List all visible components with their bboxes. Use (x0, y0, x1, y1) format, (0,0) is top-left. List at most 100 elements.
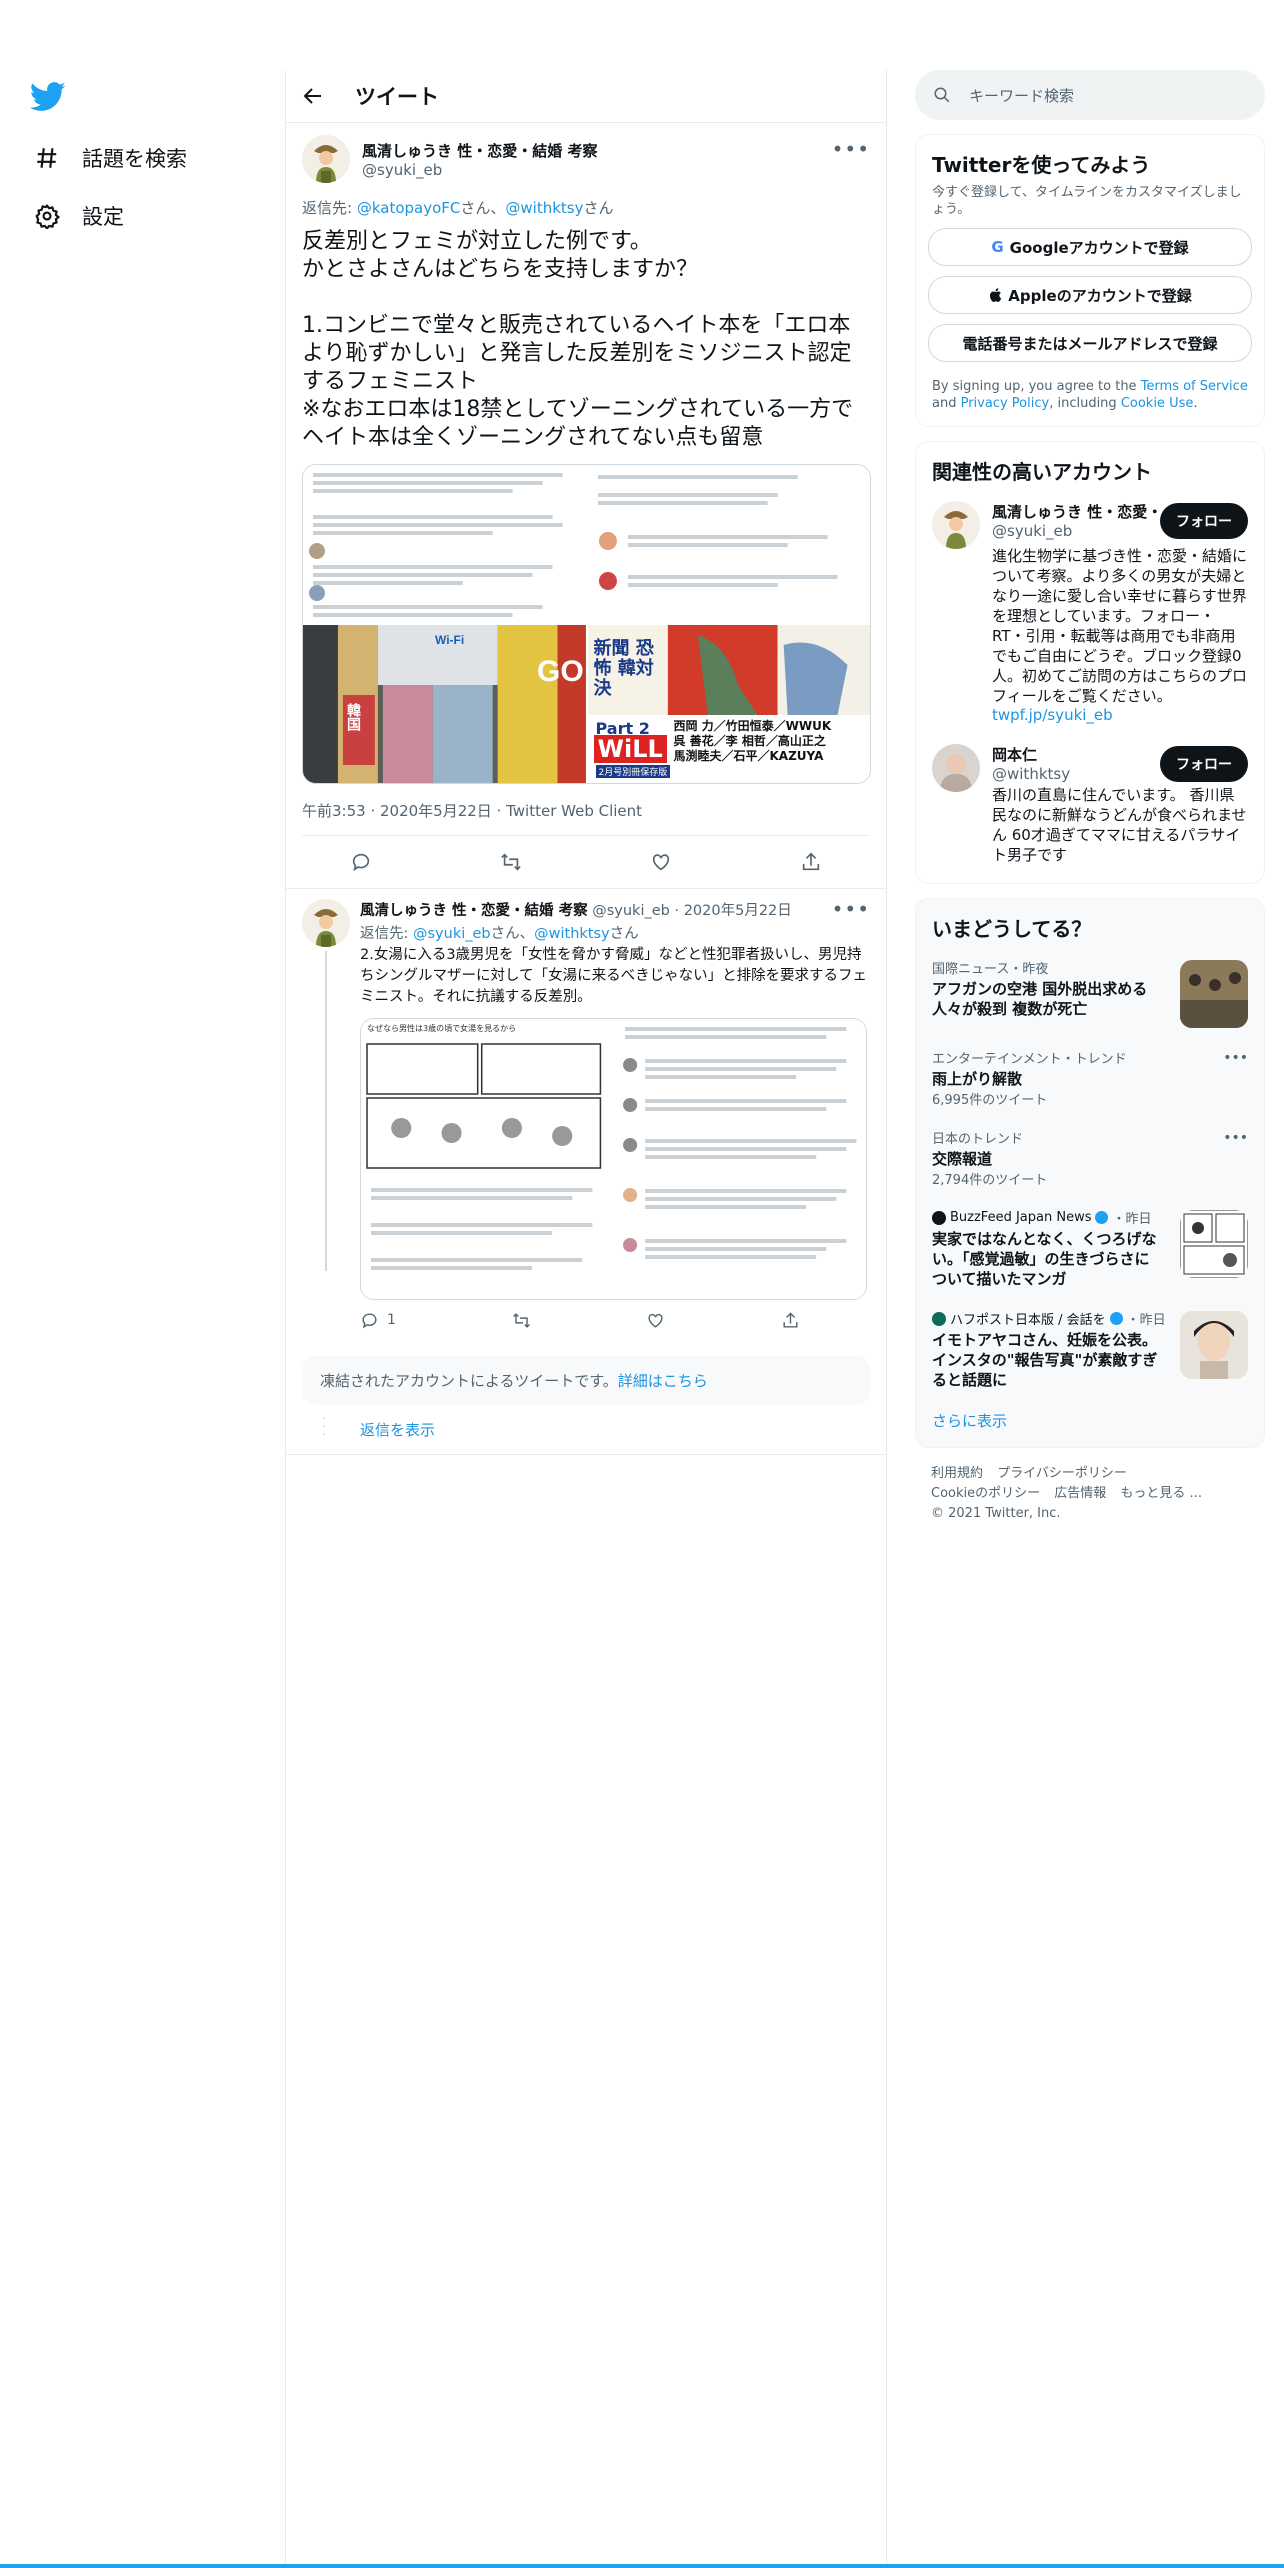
footer-cookie-link[interactable]: Cookieのポリシー (931, 1486, 1040, 1501)
search-bar[interactable]: キーワード検索 (915, 70, 1265, 120)
like-icon[interactable] (650, 851, 672, 873)
main-tweet: 風清しゅうき 性・恋愛・結婚 考察 @syuki_eb ••• 返信先: @ka… (286, 123, 886, 836)
media-photo-store[interactable]: GO Wi-Fi 韓国 (303, 625, 586, 783)
signup-subtitle: 今すぐ登録して、タイムラインをカスタマイズしましょう。 (932, 185, 1242, 217)
magazine-authors: 西岡 力／竹田恒泰／WWUK 呉 善花／李 相哲／高山正之 馬渕睦夫／石平／KA… (673, 719, 832, 763)
cookie-link[interactable]: Cookie Use (1121, 396, 1194, 411)
tweet-media-grid[interactable]: GO Wi-Fi 韓国 新聞 恐怖 韓対決 Part 2 WiLL 2月号別冊保… (302, 464, 871, 784)
manga-title: なぜなら男性は3歳の頃で女湯を見るから (367, 1024, 517, 1033)
trend-count: 2,794件のツイート (932, 1173, 1048, 1188)
author-handle[interactable]: @syuki_eb (362, 161, 597, 179)
privacy-link[interactable]: Privacy Policy (961, 396, 1050, 411)
retweet-icon[interactable] (500, 851, 522, 873)
reply-user-link[interactable]: @syuki_eb (413, 926, 491, 942)
show-replies-row[interactable]: · · · 返信を表示 (286, 1405, 886, 1455)
reply-date[interactable]: 2020年5月22日 (684, 903, 792, 919)
show-more-trends-link[interactable]: さらに表示 (916, 1400, 1264, 1435)
trend-item[interactable]: 国際ニュース・昨夜 アフガンの空港 国外脱出求める人々が殺到 複数が死亡 (916, 948, 1264, 1038)
reply-san: さん、 (460, 199, 506, 217)
footer-ads-link[interactable]: 広告情報 (1054, 1486, 1106, 1501)
trend-more-icon[interactable]: ••• (1223, 1130, 1248, 1146)
reply-media-screenshots[interactable] (614, 1019, 866, 1299)
reply-user-link[interactable]: @withktsy (505, 199, 583, 217)
trend-more-icon[interactable]: ••• (1223, 1050, 1248, 1066)
footer-privacy-link[interactable]: プライバシーポリシー (997, 1466, 1127, 1481)
media-screenshot-2[interactable] (587, 465, 870, 623)
signup-title: Twitterを使ってみよう (932, 153, 1151, 177)
reply-author-handle[interactable]: @syuki_eb (592, 903, 670, 919)
huffpost-icon (932, 1311, 946, 1326)
reply-author-avatar[interactable] (302, 899, 350, 947)
trend-item[interactable]: BuzzFeed Japan News ・昨日 実家ではなんとなく、くつろげない… (916, 1198, 1264, 1299)
reply-san: さん (609, 926, 639, 942)
search-input[interactable]: キーワード検索 (969, 85, 1074, 106)
share-icon[interactable] (800, 851, 822, 873)
related-title: 関連性の高いアカウント (932, 460, 1152, 484)
follow-button[interactable]: フォロー (1160, 503, 1248, 539)
reply-reply-button[interactable]: 1 (360, 1311, 396, 1330)
media-magazine-cover[interactable]: 新聞 恐怖 韓対決 Part 2 WiLL 2月号別冊保存版 西岡 力／竹田恒泰… (587, 625, 870, 783)
reply-tweet-text: 2.女湯に入る3歳男児を「女性を脅かす脅威」などと性犯罪者扱いし、男児持ちシング… (360, 947, 868, 1005)
apple-signup-label: Appleのアカウントで登録 (1008, 286, 1192, 305)
verified-icon (1095, 1211, 1109, 1224)
phone-signup-label: 電話番号またはメールアドレスで登録 (962, 334, 1218, 353)
reply-icon (362, 1312, 377, 1328)
nav-settings[interactable]: 設定 (34, 201, 124, 231)
media-screenshot-1[interactable] (303, 465, 586, 623)
google-signup-label: Googleアカウントで登録 (1009, 238, 1189, 257)
reply-prefix: 返信先: (302, 199, 353, 217)
related-account[interactable]: 風清しゅうき 性・恋愛・ @syuki_eb 進化生物学に基づき性・恋愛・結婚に… (916, 491, 1264, 734)
reply-media-manga[interactable]: なぜなら男性は3歳の頃で女湯を見るから (361, 1019, 613, 1299)
like-icon[interactable] (646, 1311, 665, 1330)
reply-media-grid[interactable]: なぜなら男性は3歳の頃で女湯を見るから (360, 1018, 867, 1300)
buzzfeed-icon (932, 1210, 946, 1225)
reply-tweet[interactable]: 風清しゅうき 性・恋愛・結婚 考察 @syuki_eb · 2020年5月22日… (286, 889, 886, 1340)
apple-signup-button[interactable]: Appleのアカウントで登録 (928, 276, 1252, 314)
related-avatar[interactable] (932, 501, 980, 549)
twitter-logo-icon[interactable] (30, 82, 66, 112)
trend-thumbnail (1180, 1311, 1248, 1379)
author-avatar[interactable] (302, 135, 350, 183)
tweet-actions (286, 836, 886, 889)
back-arrow-icon[interactable] (301, 84, 325, 108)
reply-user-link[interactable]: @withktsy (534, 926, 609, 942)
reply-more-icon[interactable]: ••• (832, 897, 870, 921)
related-account[interactable]: 岡本仁 @withktsy 香川の直島に住んでいます。 香川県民なのに新鮮なうど… (916, 734, 1264, 875)
reply-author-name[interactable]: 風清しゅうき 性・恋愛・結婚 考察 (360, 903, 588, 919)
trend-item[interactable]: エンターテインメント・トレンド 雨上がり解散 6,995件のツイート ••• (916, 1038, 1264, 1118)
related-avatar[interactable] (932, 744, 980, 792)
reply-icon[interactable] (350, 851, 372, 873)
share-icon[interactable] (781, 1311, 800, 1330)
show-replies-link[interactable]: 返信を表示 (360, 1421, 435, 1439)
trend-item[interactable]: 日本のトレンド 交際報道 2,794件のツイート ••• (916, 1118, 1264, 1198)
page-title: ツイート (355, 85, 439, 109)
more-options-icon[interactable]: ••• (832, 137, 870, 161)
terms-link[interactable]: Terms of Service (1141, 379, 1248, 394)
related-profile-link[interactable]: twpf.jp/syuki_eb (992, 706, 1248, 724)
legal-text: By signing up, you agree to the (932, 379, 1141, 394)
phone-signup-button[interactable]: 電話番号またはメールアドレスで登録 (928, 324, 1252, 362)
footer-more-link[interactable]: もっと見る ... (1120, 1486, 1202, 1501)
magazine-title: WiLL (593, 735, 667, 763)
reply-to-line: 返信先: @syuki_ebさん、@withktsyさん (360, 922, 870, 943)
trend-source: BuzzFeed Japan News (950, 1210, 1092, 1225)
notice-text: 凍結されたアカウントによるツイートです。 (320, 1372, 618, 1390)
trend-context: 日本のトレンド (932, 1132, 1024, 1147)
reply-user-link[interactable]: @katopayoFC (357, 199, 461, 217)
retweet-icon[interactable] (512, 1311, 531, 1330)
nav-explore[interactable]: 話題を検索 (34, 143, 187, 173)
tweet-timestamp[interactable]: 午前3:53 · 2020年5月22日 · Twitter Web Client (302, 800, 870, 836)
google-signup-button[interactable]: G Googleアカウントで登録 (928, 228, 1252, 266)
signup-legal: By signing up, you agree to the Terms of… (916, 362, 1264, 412)
trend-time: ・昨日 (1126, 1313, 1166, 1328)
notice-learn-more-link[interactable]: 詳細はこちら (618, 1372, 708, 1390)
footer-terms-link[interactable]: 利用規約 (931, 1466, 983, 1481)
nav-settings-label: 設定 (82, 205, 124, 229)
legal-text: . (1193, 396, 1198, 411)
trend-item[interactable]: ハフポスト日本版 / 会話を ・昨日 イモトアヤコさん、妊娠を公表。インスタの"… (916, 1299, 1264, 1400)
follow-button[interactable]: フォロー (1160, 746, 1248, 782)
thread-line (325, 951, 327, 1271)
author-name[interactable]: 風清しゅうき 性・恋愛・結婚 考察 (362, 140, 597, 161)
reply-prefix: 返信先: (360, 926, 409, 942)
trend-time: ・昨日 (1112, 1212, 1152, 1227)
